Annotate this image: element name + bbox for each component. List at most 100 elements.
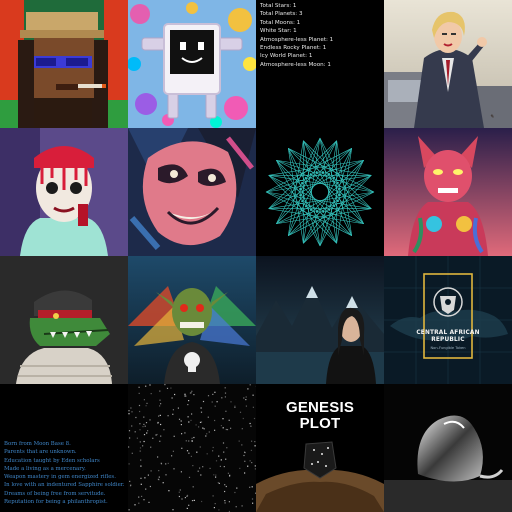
city-light-dot — [234, 406, 236, 408]
city-light-dot — [241, 505, 243, 507]
stat-total-planets: Total Planets: 3 — [260, 11, 303, 18]
city-light-dot — [242, 417, 244, 420]
artist-signature: ✎ — [489, 114, 494, 120]
city-light-dot — [223, 451, 225, 453]
stat-endless-rocky-planet: Endless Rocky Planet: 1 — [260, 45, 327, 52]
city-light-dot — [146, 402, 148, 404]
stat-total-stars: Total Stars: 1 — [260, 3, 297, 9]
city-light-dot — [188, 452, 190, 454]
city-light-dot — [134, 431, 136, 433]
city-light-dot — [251, 498, 254, 500]
city-light-dot — [226, 447, 228, 449]
stat-white-star: White Star: 1 — [260, 28, 297, 35]
city-light-dot — [150, 446, 152, 448]
genesis-title-line1: GENESIS — [285, 399, 355, 416]
city-light-dot — [159, 405, 161, 407]
dark-city-lights-tile[interactable] — [128, 384, 256, 512]
city-light-dot — [218, 509, 220, 511]
city-light-dot — [138, 386, 140, 388]
city-light-dot — [188, 421, 190, 423]
central-african-republic-badge-tile[interactable]: CENTRAL AFRICAN REPUBLIC Non-Fungible To… — [384, 256, 512, 384]
city-light-dot — [192, 465, 194, 467]
backstory-line: Dreams of being free from servitude. — [4, 490, 106, 497]
city-light-dot — [202, 427, 204, 429]
city-light-dot — [129, 437, 131, 439]
city-light-dot — [193, 499, 195, 501]
city-light-dot — [212, 495, 214, 497]
city-light-dot — [165, 474, 167, 476]
city-light-dot — [203, 428, 205, 430]
city-light-dot — [128, 446, 130, 448]
city-light-dot — [181, 447, 183, 449]
city-light-dot — [134, 504, 136, 506]
city-light-dot — [230, 401, 232, 403]
string-art-node — [315, 210, 319, 213]
city-light-dot — [220, 459, 222, 461]
city-light-dot — [144, 477, 146, 479]
city-light-dot — [215, 474, 217, 476]
city-light-dot — [191, 437, 193, 439]
city-light-dot — [226, 429, 229, 431]
city-light-dot — [215, 476, 217, 478]
tattooed-cat-creature-tile[interactable] — [384, 128, 512, 256]
city-light-dot — [188, 400, 190, 402]
city-light-dot — [128, 410, 130, 412]
city-light-dot — [190, 419, 192, 421]
city-light-dot — [172, 409, 174, 411]
city-light-dot — [181, 498, 183, 500]
city-light-dot — [234, 491, 236, 494]
cube-robot-tile[interactable] — [128, 0, 256, 128]
city-light-dot — [239, 467, 241, 469]
city-light-dot — [179, 489, 181, 491]
cube-robot-image — [128, 0, 256, 128]
city-light-dot — [139, 447, 142, 449]
chrome-sculpture-tile[interactable] — [384, 384, 512, 512]
city-light-dot — [130, 407, 132, 409]
city-light-dot — [171, 397, 173, 399]
city-light-dot — [158, 415, 160, 417]
genesis-plot-tile[interactable]: GENESIS PLOT — [256, 384, 384, 512]
backstory-line: Born from Moon Base 8. — [4, 441, 71, 447]
city-light-dot — [139, 429, 141, 431]
dripping-face-portrait-tile[interactable] — [0, 128, 128, 256]
city-light-dot — [222, 418, 224, 420]
city-light-dot — [238, 440, 240, 442]
city-light-dot — [234, 405, 236, 407]
city-light-dot — [168, 490, 170, 492]
city-light-dot — [159, 399, 161, 401]
backstory-list: Born from Moon Base 8. Parents that are … — [4, 440, 126, 506]
businesswoman-illustration-tile[interactable]: ✎ — [384, 0, 512, 128]
city-light-dot — [142, 426, 144, 428]
city-light-dot — [140, 483, 142, 485]
city-light-dot — [213, 507, 215, 509]
backstory-line: Parents that are unknown. — [4, 449, 77, 456]
winged-goblin-tile[interactable] — [128, 256, 256, 384]
city-light-dot — [138, 496, 140, 498]
city-light-dot — [159, 390, 161, 392]
crocodile-character-tile[interactable] — [0, 256, 128, 384]
city-light-dot — [187, 416, 189, 418]
city-light-dot — [249, 422, 251, 425]
city-light-dot — [188, 504, 190, 506]
city-light-dot — [245, 396, 247, 398]
city-light-dot — [251, 440, 253, 442]
city-light-dot — [251, 486, 253, 488]
character-backstory-tile[interactable]: Born from Moon Base 8. Parents that are … — [0, 384, 128, 512]
string-art-node — [322, 210, 325, 213]
city-light-dot — [200, 407, 202, 409]
city-light-dot — [184, 393, 186, 395]
pixel-punk-tile[interactable] — [0, 0, 128, 128]
string-art-node — [301, 181, 304, 185]
city-light-dot — [199, 446, 201, 448]
teal-string-art-tile[interactable] — [256, 128, 384, 256]
woman-mountain-landscape-tile[interactable] — [256, 256, 384, 384]
stat-atmosphere-less-planet: Atmosphere-less Planet: 1 — [260, 36, 334, 43]
city-light-dot — [186, 494, 189, 496]
string-art-node — [309, 208, 313, 211]
abstract-painted-face-tile[interactable] — [128, 128, 256, 256]
woman-landscape-image — [256, 256, 384, 384]
city-light-dot — [224, 387, 226, 389]
galaxy-stats-tile[interactable]: Total Stars: 1 Total Planets: 3 Total Mo… — [256, 0, 384, 128]
city-light-dot — [180, 471, 182, 473]
city-light-dot — [222, 442, 225, 444]
